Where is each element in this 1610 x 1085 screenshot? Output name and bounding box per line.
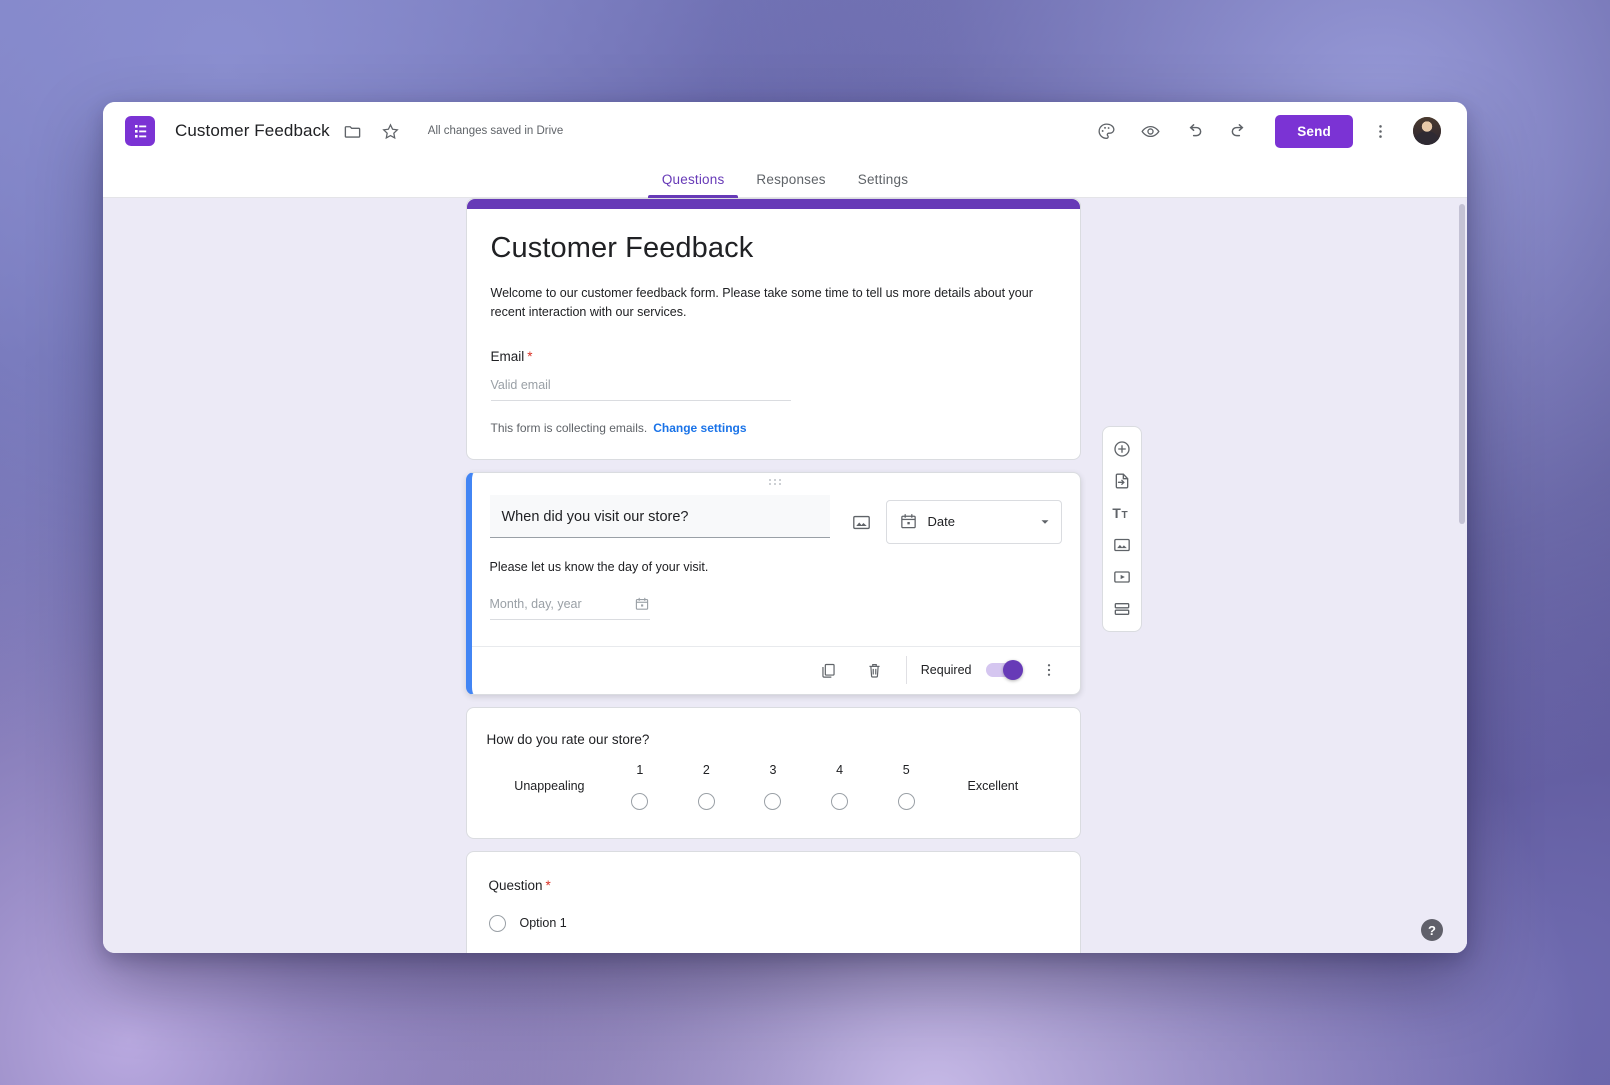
- radio-unchecked-icon[interactable]: [897, 792, 915, 810]
- rating-number: 5: [902, 762, 910, 777]
- question-type-label: Date: [927, 514, 955, 530]
- scrollbar-track[interactable]: [1457, 198, 1467, 953]
- avatar[interactable]: [1413, 117, 1441, 145]
- header-accent-bar: [466, 199, 1080, 209]
- star-icon[interactable]: [376, 116, 406, 146]
- change-settings-link[interactable]: Change settings: [653, 421, 746, 435]
- image-icon[interactable]: [842, 503, 882, 543]
- radio-unchecked-icon[interactable]: [631, 792, 649, 810]
- chevron-down-icon: [1039, 516, 1051, 528]
- question-card-date[interactable]: When did you visit our store? Date Pleas…: [465, 471, 1081, 695]
- rating-number: 1: [636, 762, 644, 777]
- required-asterisk: *: [527, 348, 533, 364]
- more-vert-icon[interactable]: [1363, 114, 1397, 148]
- email-label-text: Email: [490, 348, 525, 364]
- collecting-text: This form is collecting emails.: [490, 420, 648, 435]
- date-answer-preview: Month, day, year: [489, 596, 650, 620]
- app-header: Customer Feedback All changes saved in D…: [103, 102, 1467, 160]
- required-asterisk: *: [545, 877, 551, 893]
- list-item[interactable]: Option 1: [488, 914, 1058, 932]
- radio-unchecked-icon[interactable]: [764, 792, 782, 810]
- radio-unchecked-icon[interactable]: [488, 914, 506, 932]
- tab-settings[interactable]: Settings: [842, 172, 924, 197]
- email-field[interactable]: Valid email: [490, 378, 791, 401]
- rating-scale-row: Unappealing 1 2 3 4 5 Excellent: [487, 763, 1060, 810]
- rating-number: 2: [702, 762, 710, 777]
- redo-icon[interactable]: [1221, 114, 1255, 148]
- scrollbar-thumb[interactable]: [1459, 204, 1465, 524]
- page-title[interactable]: Customer Feedback: [491, 231, 1056, 266]
- question-description[interactable]: Please let us know the day of your visit…: [472, 544, 1080, 574]
- plain-question-text: Question: [488, 877, 543, 893]
- google-forms-logo-icon: [125, 116, 155, 146]
- rating-number: 4: [836, 762, 844, 777]
- form-column: Customer Feedback Welcome to our custome…: [465, 198, 1081, 953]
- add-video-button[interactable]: [1103, 561, 1141, 593]
- rating-question-title[interactable]: How do you rate our store?: [487, 732, 1060, 747]
- radio-unchecked-icon[interactable]: [697, 792, 715, 810]
- send-button[interactable]: Send: [1275, 114, 1353, 148]
- form-tabs: Questions Responses Settings: [103, 160, 1467, 198]
- duplicate-icon[interactable]: [812, 653, 846, 687]
- trash-icon[interactable]: [858, 653, 892, 687]
- add-title-description-button[interactable]: T T: [1103, 497, 1141, 529]
- question-card-plain[interactable]: Question * Option 1: [465, 850, 1081, 953]
- folder-icon[interactable]: [338, 116, 368, 146]
- question-title-input[interactable]: When did you visit our store?: [489, 494, 830, 538]
- rating-option-1[interactable]: 1: [631, 762, 649, 810]
- question-card-rating[interactable]: How do you rate our store? Unappealing 1…: [465, 706, 1081, 839]
- date-answer-placeholder: Month, day, year: [489, 596, 582, 611]
- rating-options: 1 2 3 4 5: [607, 763, 940, 810]
- rating-option-3[interactable]: 3: [764, 762, 782, 810]
- question-type-select[interactable]: Date: [885, 499, 1062, 544]
- more-vert-icon[interactable]: [1032, 653, 1066, 687]
- document-title[interactable]: Customer Feedback: [175, 121, 330, 141]
- import-questions-button[interactable]: [1103, 465, 1141, 497]
- add-image-button[interactable]: [1103, 529, 1141, 561]
- required-toggle[interactable]: [985, 660, 1023, 681]
- help-button[interactable]: ?: [1421, 919, 1443, 941]
- question-header-row: When did you visit our store? Date: [472, 473, 1080, 544]
- footer-divider: [905, 656, 907, 685]
- option-label: Option 1: [519, 916, 567, 931]
- google-forms-window: Customer Feedback All changes saved in D…: [103, 102, 1467, 953]
- rating-option-5[interactable]: 5: [897, 762, 915, 810]
- radio-unchecked-icon[interactable]: [831, 792, 849, 810]
- palette-icon[interactable]: [1089, 114, 1123, 148]
- rating-option-4[interactable]: 4: [831, 762, 849, 810]
- plain-question-title[interactable]: Question *: [489, 878, 1058, 893]
- svg-text:T: T: [1112, 506, 1121, 521]
- form-scroll-area[interactable]: Customer Feedback Welcome to our custome…: [103, 198, 1459, 953]
- form-description[interactable]: Welcome to our customer feedback form. P…: [491, 284, 1051, 323]
- tab-questions[interactable]: Questions: [646, 172, 741, 198]
- rating-option-2[interactable]: 2: [697, 762, 715, 810]
- form-header-card[interactable]: Customer Feedback Welcome to our custome…: [465, 198, 1081, 460]
- email-label: Email *: [491, 349, 1056, 364]
- email-collection-note: This form is collecting emails. Change se…: [491, 421, 1056, 435]
- header-actions: Send: [1083, 114, 1441, 148]
- tab-responses[interactable]: Responses: [740, 172, 841, 197]
- eye-icon[interactable]: [1133, 114, 1167, 148]
- required-toggle-label: Required: [920, 663, 972, 678]
- calendar-icon: [634, 596, 650, 612]
- rating-high-label: Excellent: [967, 779, 1019, 794]
- add-question-button[interactable]: [1103, 433, 1141, 465]
- rating-number: 3: [769, 762, 777, 777]
- add-item-toolbar: T T: [1102, 426, 1142, 632]
- undo-icon[interactable]: [1177, 114, 1211, 148]
- svg-text:T: T: [1122, 510, 1129, 521]
- calendar-icon: [899, 512, 918, 531]
- rating-low-label: Unappealing: [514, 779, 585, 794]
- question-footer-toolbar: Required: [471, 645, 1080, 694]
- add-section-button[interactable]: [1103, 593, 1141, 625]
- form-canvas: Customer Feedback Welcome to our custome…: [103, 198, 1467, 953]
- save-status: All changes saved in Drive: [427, 125, 564, 137]
